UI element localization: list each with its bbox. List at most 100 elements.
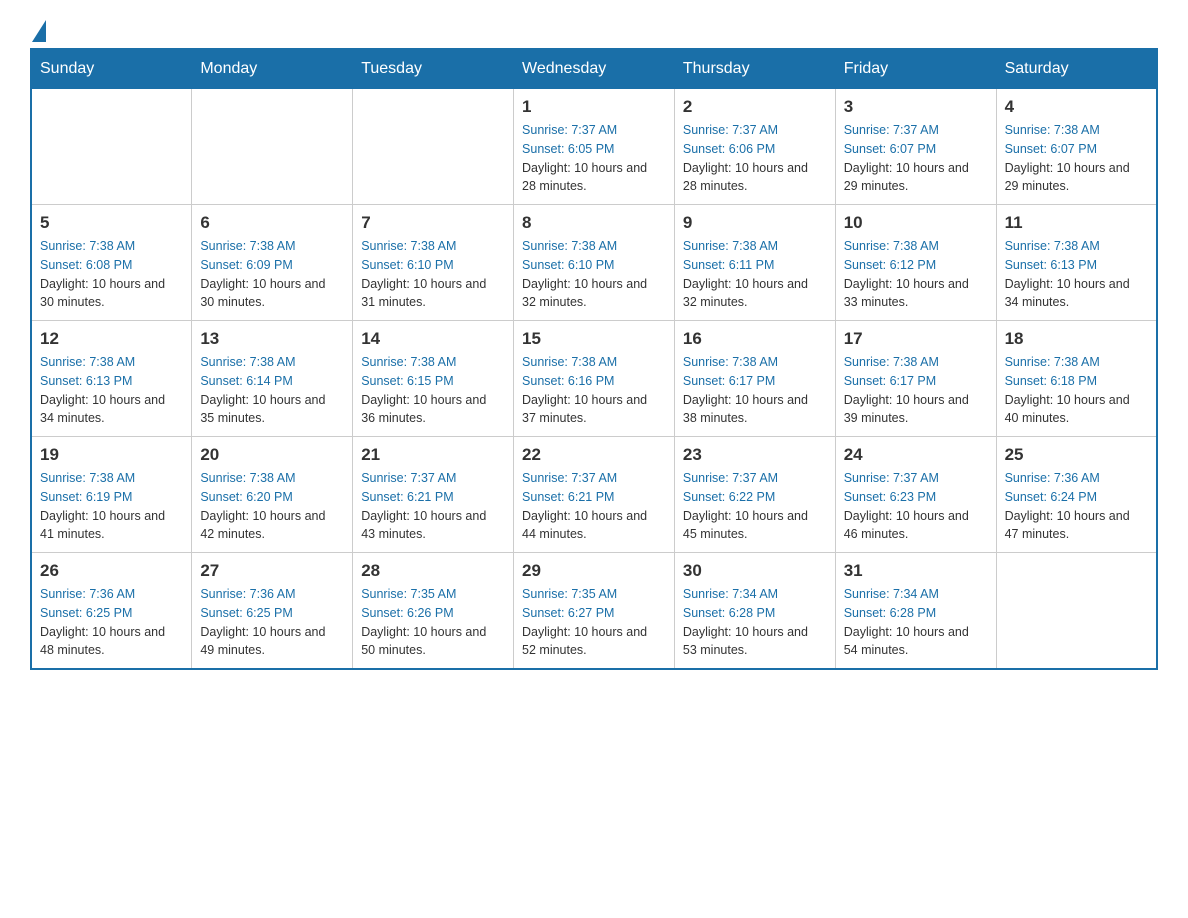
calendar-day-cell: 19Sunrise: 7:38 AMSunset: 6:19 PMDayligh… (31, 437, 192, 553)
calendar-day-cell: 21 Sunrise: 7:37 AMSunset: 6:21 PMDayligh… (353, 437, 514, 553)
day-info: Sunrise: 7:37 AMSunset: 6:21 PMDaylight:… (361, 469, 505, 544)
calendar-week-row: 5 Sunrise: 7:38 AMSunset: 6:08 PMDaylight… (31, 205, 1157, 321)
day-info: Sunrise: 7:38 AMSunset: 6:13 PMDaylight:… (1005, 237, 1148, 312)
calendar-day-cell: 10 Sunrise: 7:38 AMSunset: 6:12 PMDayligh… (835, 205, 996, 321)
day-number: 6 (200, 213, 344, 233)
day-of-week-header: Saturday (996, 49, 1157, 89)
day-number: 1 (522, 97, 666, 117)
day-number: 9 (683, 213, 827, 233)
day-number: 31 (844, 561, 988, 581)
calendar-day-cell: 5 Sunrise: 7:38 AMSunset: 6:08 PMDaylight… (31, 205, 192, 321)
calendar-week-row: 19Sunrise: 7:38 AMSunset: 6:19 PMDayligh… (31, 437, 1157, 553)
calendar-day-cell: 16 Sunrise: 7:38 AMSunset: 6:17 PMDayligh… (674, 321, 835, 437)
day-info: Sunrise: 7:38 AMSunset: 6:12 PMDaylight:… (844, 237, 988, 312)
day-number: 21 (361, 445, 505, 465)
calendar-day-cell: 26 Sunrise: 7:36 AMSunset: 6:25 PMDayligh… (31, 553, 192, 670)
day-info: Sunrise: 7:38 AMSunset: 6:20 PMDaylight:… (200, 469, 344, 544)
day-number: 23 (683, 445, 827, 465)
day-number: 28 (361, 561, 505, 581)
calendar-day-cell: 28 Sunrise: 7:35 AMSunset: 6:26 PMDayligh… (353, 553, 514, 670)
calendar-day-cell: 18 Sunrise: 7:38 AMSunset: 6:18 PMDayligh… (996, 321, 1157, 437)
day-info: Sunrise: 7:36 AMSunset: 6:25 PMDaylight:… (40, 585, 183, 660)
day-info: Sunrise: 7:38 AMSunset: 6:07 PMDaylight:… (1005, 121, 1148, 196)
day-number: 13 (200, 329, 344, 349)
calendar-day-cell: 20 Sunrise: 7:38 AMSunset: 6:20 PMDayligh… (192, 437, 353, 553)
day-info: Sunrise: 7:38 AMSunset: 6:10 PMDaylight:… (522, 237, 666, 312)
day-info: Sunrise: 7:38 AMSunset: 6:14 PMDaylight:… (200, 353, 344, 428)
day-info: Sunrise: 7:38 AMSunset: 6:15 PMDaylight:… (361, 353, 505, 428)
day-number: 18 (1005, 329, 1148, 349)
day-of-week-header: Thursday (674, 49, 835, 89)
calendar-day-cell (353, 89, 514, 205)
day-info: Sunrise: 7:36 AMSunset: 6:25 PMDaylight:… (200, 585, 344, 660)
day-info: Sunrise: 7:37 AMSunset: 6:05 PMDaylight:… (522, 121, 666, 196)
calendar-day-cell: 1 Sunrise: 7:37 AMSunset: 6:05 PMDaylight… (514, 89, 675, 205)
day-number: 8 (522, 213, 666, 233)
day-number: 11 (1005, 213, 1148, 233)
day-number: 10 (844, 213, 988, 233)
day-number: 4 (1005, 97, 1148, 117)
day-info: Sunrise: 7:36 AMSunset: 6:24 PMDaylight:… (1005, 469, 1148, 544)
calendar-day-cell: 24 Sunrise: 7:37 AMSunset: 6:23 PMDayligh… (835, 437, 996, 553)
day-info: Sunrise: 7:34 AMSunset: 6:28 PMDaylight:… (844, 585, 988, 660)
day-number: 24 (844, 445, 988, 465)
calendar-day-cell: 15Sunrise: 7:38 AMSunset: 6:16 PMDayligh… (514, 321, 675, 437)
calendar-day-cell: 31 Sunrise: 7:34 AMSunset: 6:28 PMDayligh… (835, 553, 996, 670)
day-info: Sunrise: 7:38 AMSunset: 6:08 PMDaylight:… (40, 237, 183, 312)
day-number: 29 (522, 561, 666, 581)
calendar-day-cell: 27 Sunrise: 7:36 AMSunset: 6:25 PMDayligh… (192, 553, 353, 670)
calendar-day-cell: 2 Sunrise: 7:37 AMSunset: 6:06 PMDaylight… (674, 89, 835, 205)
day-info: Sunrise: 7:38 AMSunset: 6:17 PMDaylight:… (683, 353, 827, 428)
calendar-day-cell: 3 Sunrise: 7:37 AMSunset: 6:07 PMDaylight… (835, 89, 996, 205)
calendar-day-cell: 25 Sunrise: 7:36 AMSunset: 6:24 PMDayligh… (996, 437, 1157, 553)
day-number: 20 (200, 445, 344, 465)
day-info: Sunrise: 7:37 AMSunset: 6:07 PMDaylight:… (844, 121, 988, 196)
day-info: Sunrise: 7:37 AMSunset: 6:22 PMDaylight:… (683, 469, 827, 544)
day-info: Sunrise: 7:38 AMSunset: 6:11 PMDaylight:… (683, 237, 827, 312)
calendar-day-cell: 7 Sunrise: 7:38 AMSunset: 6:10 PMDaylight… (353, 205, 514, 321)
day-number: 26 (40, 561, 183, 581)
day-of-week-header: Friday (835, 49, 996, 89)
calendar-day-cell (192, 89, 353, 205)
day-number: 7 (361, 213, 505, 233)
page-header (30, 20, 1158, 38)
day-number: 2 (683, 97, 827, 117)
calendar-day-cell (31, 89, 192, 205)
calendar-day-cell: 12 Sunrise: 7:38 AMSunset: 6:13 PMDayligh… (31, 321, 192, 437)
day-number: 25 (1005, 445, 1148, 465)
day-number: 27 (200, 561, 344, 581)
day-number: 12 (40, 329, 183, 349)
calendar-day-cell: 22Sunrise: 7:37 AMSunset: 6:21 PMDayligh… (514, 437, 675, 553)
day-info: Sunrise: 7:38 AMSunset: 6:10 PMDaylight:… (361, 237, 505, 312)
calendar-day-cell: 14 Sunrise: 7:38 AMSunset: 6:15 PMDayligh… (353, 321, 514, 437)
day-of-week-header: Tuesday (353, 49, 514, 89)
day-info: Sunrise: 7:34 AMSunset: 6:28 PMDaylight:… (683, 585, 827, 660)
calendar-day-cell: 13 Sunrise: 7:38 AMSunset: 6:14 PMDayligh… (192, 321, 353, 437)
calendar-week-row: 12 Sunrise: 7:38 AMSunset: 6:13 PMDayligh… (31, 321, 1157, 437)
day-info: Sunrise: 7:35 AMSunset: 6:26 PMDaylight:… (361, 585, 505, 660)
day-info: Sunrise: 7:38 AMSunset: 6:18 PMDaylight:… (1005, 353, 1148, 428)
day-of-week-header: Sunday (31, 49, 192, 89)
day-number: 14 (361, 329, 505, 349)
day-info: Sunrise: 7:37 AMSunset: 6:06 PMDaylight:… (683, 121, 827, 196)
day-number: 17 (844, 329, 988, 349)
day-number: 5 (40, 213, 183, 233)
day-number: 3 (844, 97, 988, 117)
day-info: Sunrise: 7:38 AMSunset: 6:13 PMDaylight:… (40, 353, 183, 428)
day-number: 15 (522, 329, 666, 349)
day-number: 16 (683, 329, 827, 349)
day-number: 22 (522, 445, 666, 465)
calendar-week-row: 1 Sunrise: 7:37 AMSunset: 6:05 PMDaylight… (31, 89, 1157, 205)
day-of-week-header: Monday (192, 49, 353, 89)
calendar-day-cell: 17Sunrise: 7:38 AMSunset: 6:17 PMDayligh… (835, 321, 996, 437)
calendar-table: SundayMondayTuesdayWednesdayThursdayFrid… (30, 48, 1158, 670)
calendar-week-row: 26 Sunrise: 7:36 AMSunset: 6:25 PMDayligh… (31, 553, 1157, 670)
calendar-header-row: SundayMondayTuesdayWednesdayThursdayFrid… (31, 49, 1157, 89)
calendar-day-cell: 29Sunrise: 7:35 AMSunset: 6:27 PMDayligh… (514, 553, 675, 670)
calendar-day-cell (996, 553, 1157, 670)
calendar-day-cell: 9 Sunrise: 7:38 AMSunset: 6:11 PMDaylight… (674, 205, 835, 321)
day-info: Sunrise: 7:37 AMSunset: 6:23 PMDaylight:… (844, 469, 988, 544)
logo (30, 20, 46, 38)
day-number: 30 (683, 561, 827, 581)
day-number: 19 (40, 445, 183, 465)
